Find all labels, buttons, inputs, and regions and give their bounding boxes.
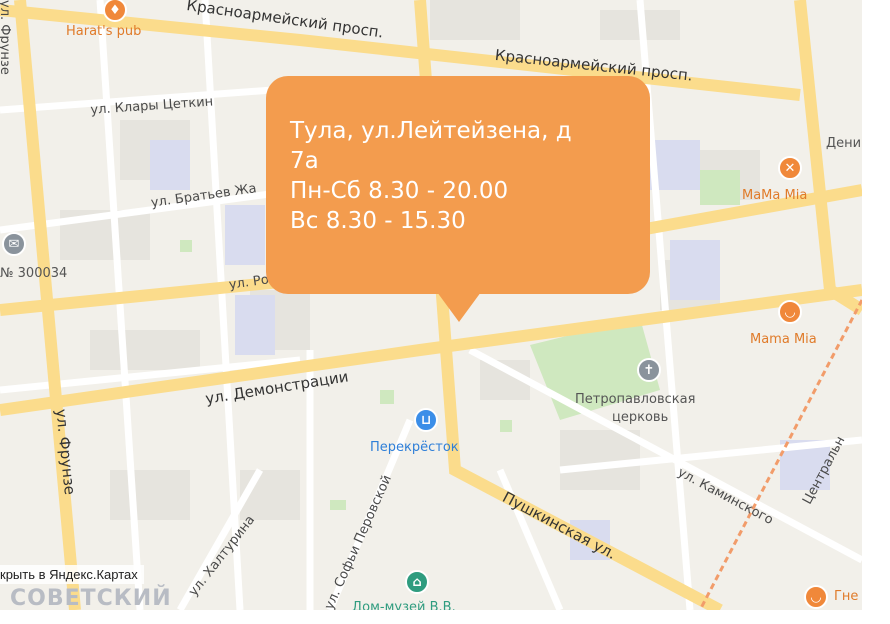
open-in-yandex-maps-link[interactable]: крыть в Яндекс.Картах <box>0 565 144 584</box>
popup-pointer <box>437 292 481 322</box>
popup-address-line1: Тула, ул.Лейтейзена, д <box>290 118 572 144</box>
poi-museum[interactable]: Дом-музей В.В. <box>352 600 456 610</box>
map-canvas[interactable]: Красноармейский просп. Красноармейский п… <box>0 0 862 610</box>
district-label: СОВЕТСКИЙ <box>10 586 172 610</box>
popup-hours-weekday: Пн-Сб 8.30 - 20.00 <box>290 178 509 204</box>
poi-perekrestok[interactable]: Перекрёсток <box>370 440 459 455</box>
poi-mama-mia-2[interactable]: Mama Mia <box>750 332 817 347</box>
poi-church-line1[interactable]: Петропавловская <box>575 392 695 407</box>
poi-church-line2[interactable]: церковь <box>612 410 668 425</box>
church-icon[interactable]: ✝ <box>637 358 661 382</box>
poi-harats-pub[interactable]: Harat's pub <box>66 24 141 39</box>
popup-hours-sunday: Вс 8.30 - 15.30 <box>290 208 466 234</box>
mail-icon[interactable]: ✉ <box>2 232 26 256</box>
popup-address-line2: 7а <box>290 148 319 174</box>
poi-deni[interactable]: Дени <box>826 136 861 151</box>
cafe-icon[interactable]: ◡ <box>778 300 802 324</box>
poi-mama-mia-1[interactable]: MaMa Mia <box>742 188 807 203</box>
poi-post-office[interactable]: № 300034 <box>0 266 67 281</box>
street-label-frunze-top: ул. Фрунзе <box>0 0 12 75</box>
restaurant-icon[interactable]: ✕ <box>778 156 802 180</box>
location-popup[interactable]: Тула, ул.Лейтейзена, д 7а Пн-Сб 8.30 - 2… <box>266 76 650 294</box>
cafe-icon-2[interactable]: ◡ <box>804 585 828 609</box>
museum-icon[interactable]: ⌂ <box>405 570 429 594</box>
poi-gne[interactable]: Гне <box>834 589 858 604</box>
shop-icon[interactable]: ⊔ <box>414 408 438 432</box>
